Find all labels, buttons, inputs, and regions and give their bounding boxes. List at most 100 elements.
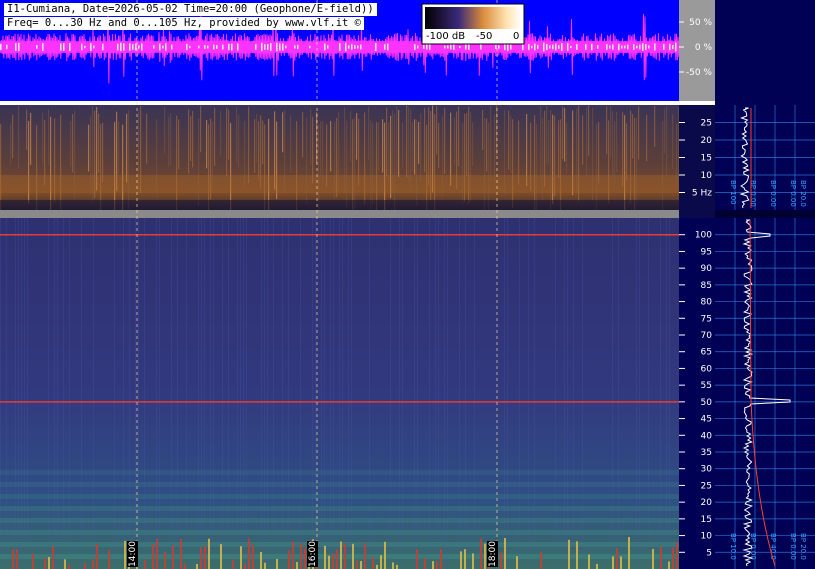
waveform-peak [345,42,347,52]
spectrogram-streak [214,108,216,166]
spectrogram-column [138,218,139,569]
high-frequency-tick-label: 40 [701,431,713,441]
waveform-peak [198,45,200,49]
noise-spike [48,556,50,569]
spectrogram-streak [228,109,230,160]
spectrum-upper-label: BP 0.00 [749,180,757,207]
spectrogram-streak [320,121,322,176]
noise-spike [460,551,462,569]
spectrogram-column [417,218,418,569]
spectrogram-streak [612,111,614,177]
waveform-peak [549,45,551,49]
spectrogram-column [237,218,238,569]
high-frequency-tick-label: 15 [701,515,712,525]
high-frequency-tick-label: 30 [701,465,713,475]
waveform-tick-label: 0 % [695,43,713,53]
spectrogram-streak [614,121,616,185]
low-band-stripe [0,506,679,511]
waveform-peak [459,45,461,49]
spectrogram-streak [450,112,452,186]
waveform-peak [672,44,674,50]
spectrogram-streak [562,106,564,160]
spectrogram-streak [424,107,426,173]
waveform-peak [531,45,533,49]
noise-spike [32,553,34,569]
high-frequency-tick-label: 45 [701,415,712,425]
spectrogram-column [27,218,28,569]
waveform-peak [327,45,329,49]
waveform-peak [642,43,644,51]
noise-spike [396,564,398,569]
header-title: I1-Cumiana, Date=2026-05-02 Time=20:00 (… [4,3,377,16]
spectrogram-streak [454,117,456,165]
waveform-peak [204,45,206,49]
spectrogram-streak [50,116,52,210]
high-frequency-tick-label: 80 [701,298,713,308]
spectrogram-column [669,218,670,569]
spectrogram-column [222,218,223,569]
spectrogram-streak [146,113,148,164]
spectrogram-column [504,218,505,569]
spectrogram-streak [178,119,180,170]
spectrogram-streak [548,120,550,166]
spectrogram-column [264,218,265,569]
waveform-peak [261,42,263,52]
spectrogram-streak [666,106,668,176]
waveform-peak [153,45,155,49]
spectrogram-streak [98,113,100,174]
noise-spike [472,553,474,569]
noise-spike [372,556,374,569]
spectrogram-streak [102,122,104,183]
spectrogram-column [228,218,229,569]
spectrogram-streak [540,105,542,183]
spectrogram-column [459,218,460,569]
spectrogram-streak [654,106,656,147]
spectrogram-column [246,218,247,569]
colorbar-label-max: 0 [513,31,520,42]
spectrogram-streak [312,116,314,184]
spectrogram-streak [282,112,284,153]
spectrogram-column [474,218,475,569]
noise-spike [376,564,378,569]
spectrogram-column [555,218,556,569]
low-band-stripe [0,494,679,499]
noise-spike [672,547,674,569]
spectrogram-streak [42,112,44,166]
spectrogram-column [534,218,535,569]
high-frequency-tick-label: 55 [701,381,712,391]
separator-mid [0,210,679,218]
noise-spike [196,564,198,569]
noise-spike [384,541,386,569]
noise-spike [436,561,438,569]
low-frequency-floor [0,200,679,210]
spectrogram-streak [434,114,436,211]
spectrogram-streak [412,122,414,172]
waveform-peak [120,42,122,52]
spectrogram-streak [566,123,568,174]
noise-spike [124,540,126,569]
spectrogram-column [123,218,124,569]
waveform-peak [186,43,188,51]
waveform-peak [81,43,83,51]
spectrogram-streak [558,120,560,178]
spectrogram-streak [534,115,536,212]
noise-spike [232,559,234,569]
waveform-peak [264,44,266,50]
waveform-peak [546,43,548,51]
noise-spike [276,558,278,569]
waveform-peak [132,44,134,50]
noise-spike [676,542,678,569]
waveform-peak [450,44,452,50]
spectrogram-column [81,218,82,569]
noise-spike [616,548,618,569]
low-band-stripe [0,530,679,535]
spectrogram-streak [406,105,408,178]
noise-spike [380,555,382,569]
spectrogram-column [369,218,370,569]
waveform-peak [453,44,455,50]
spectrogram-streak [484,117,486,215]
spectrogram-streak [296,121,298,211]
noise-spike [16,549,18,569]
waveform-peak [387,43,389,51]
spectrogram-column [114,218,115,569]
